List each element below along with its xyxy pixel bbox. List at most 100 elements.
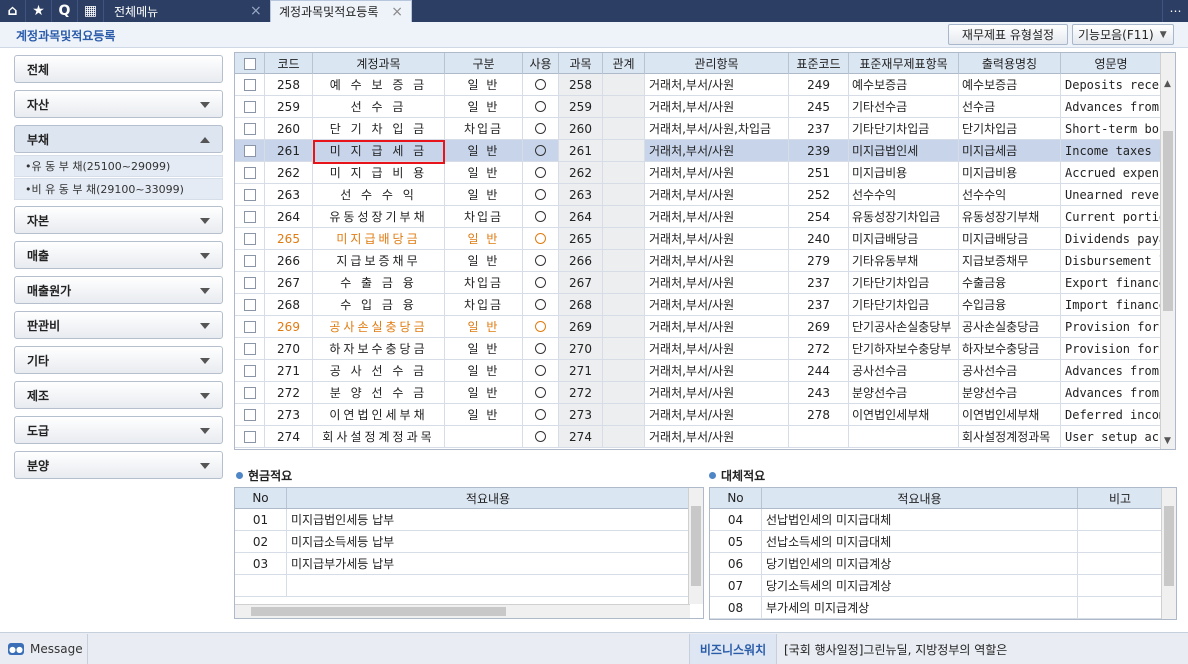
cell-text[interactable]: 당기소득세의 미지급계상 xyxy=(762,575,1078,596)
cell-subj[interactable]: 269 xyxy=(559,316,603,337)
row-checkbox[interactable] xyxy=(243,386,256,399)
cell-eng[interactable]: Provision for c xyxy=(1061,316,1161,337)
used-cell[interactable] xyxy=(523,140,559,161)
cell-text[interactable] xyxy=(287,575,690,596)
message-button[interactable]: ●● Message xyxy=(2,634,88,664)
table-row[interactable]: 261 미 지 급 세 금일 반 261 거래처,부서/사원 239 미지급법인세 미지급세… xyxy=(235,140,1161,162)
col-header[interactable]: 관계 xyxy=(603,53,645,74)
cell-rel[interactable] xyxy=(603,96,645,117)
row-checkbox[interactable] xyxy=(243,408,256,421)
list-item[interactable]: 05 선납소득세의 미지급대체 xyxy=(710,531,1176,553)
cell-mgmt[interactable]: 거래처,부서/사원 xyxy=(645,272,789,293)
cell-type[interactable]: 일 반 xyxy=(445,338,523,359)
cell-stditem[interactable]: 예수보증금 xyxy=(849,74,959,95)
cell-stditem[interactable]: 이연법인세부채 xyxy=(849,404,959,425)
cell-mgmt[interactable]: 거래처,부서/사원 xyxy=(645,140,789,161)
cell-print[interactable]: 회사설정계정과목 xyxy=(959,426,1061,447)
cell-subj[interactable]: 259 xyxy=(559,96,603,117)
cell-std[interactable] xyxy=(789,426,849,447)
cell-mgmt[interactable]: 거래처,부서/사원 xyxy=(645,382,789,403)
cell-print[interactable]: 유동성장기부채 xyxy=(959,206,1061,227)
used-cell[interactable] xyxy=(523,404,559,425)
row-checkbox-cell[interactable] xyxy=(235,96,265,117)
cell-name[interactable]: 미 지 급 비 용 xyxy=(313,162,445,183)
cell-print[interactable]: 분양선수금 xyxy=(959,382,1061,403)
col-header[interactable]: 영문명 xyxy=(1061,53,1161,74)
cell-text[interactable]: 미지급소득세등 납부 xyxy=(287,531,690,552)
cell-print[interactable]: 단기차입금 xyxy=(959,118,1061,139)
row-checkbox-cell[interactable] xyxy=(235,140,265,161)
row-checkbox-cell[interactable] xyxy=(235,118,265,139)
cell-subj[interactable]: 268 xyxy=(559,294,603,315)
row-checkbox-cell[interactable] xyxy=(235,316,265,337)
cell-type[interactable]: 일 반 xyxy=(445,74,523,95)
financial-format-button[interactable]: 재무제표 유형설정 xyxy=(948,24,1068,45)
cell-code[interactable]: 265 xyxy=(265,228,313,249)
row-checkbox-cell[interactable] xyxy=(235,382,265,403)
cell-rel[interactable] xyxy=(603,140,645,161)
cell-code[interactable]: 274 xyxy=(265,426,313,447)
list-item[interactable]: 08 부가세의 미지급계상 xyxy=(710,597,1176,619)
row-checkbox-cell[interactable] xyxy=(235,162,265,183)
used-cell[interactable] xyxy=(523,316,559,337)
select-all-checkbox-cell[interactable] xyxy=(235,53,265,74)
cell-subj[interactable]: 264 xyxy=(559,206,603,227)
cell-code[interactable]: 273 xyxy=(265,404,313,425)
cell-code[interactable]: 266 xyxy=(265,250,313,271)
cell-code[interactable]: 259 xyxy=(265,96,313,117)
cell-note[interactable] xyxy=(1078,531,1163,552)
cell-mgmt[interactable]: 거래처,부서/사원 xyxy=(645,338,789,359)
row-checkbox[interactable] xyxy=(243,78,256,91)
cell-subj[interactable]: 266 xyxy=(559,250,603,271)
more-icon[interactable]: ⋯ xyxy=(1162,0,1188,22)
row-checkbox[interactable] xyxy=(243,320,256,333)
scroll-thumb[interactable] xyxy=(691,506,701,586)
cell-std[interactable]: 245 xyxy=(789,96,849,117)
cell-name[interactable]: 분 양 선 수 금 xyxy=(313,382,445,403)
cell-no[interactable]: 07 xyxy=(710,575,762,596)
category-sga[interactable]: 판관비 xyxy=(14,311,223,339)
cell-type[interactable]: 차입금 xyxy=(445,206,523,227)
cell-code[interactable]: 271 xyxy=(265,360,313,381)
row-checkbox-cell[interactable] xyxy=(235,74,265,95)
cell-no[interactable]: 01 xyxy=(235,509,287,530)
row-checkbox-cell[interactable] xyxy=(235,206,265,227)
cell-name[interactable]: 유동성장기부채 xyxy=(313,206,445,227)
cell-print[interactable]: 미지급비용 xyxy=(959,162,1061,183)
category-contract[interactable]: 도급 xyxy=(14,416,223,444)
cell-stditem[interactable]: 기타단기차입금 xyxy=(849,294,959,315)
cell-print[interactable]: 하자보수충당금 xyxy=(959,338,1061,359)
grid-icon[interactable]: ▦ xyxy=(78,0,104,22)
cell-subj[interactable]: 270 xyxy=(559,338,603,359)
cell-eng[interactable]: Disbursement l xyxy=(1061,250,1161,271)
cell-no[interactable] xyxy=(235,575,287,596)
cell-no[interactable]: 05 xyxy=(710,531,762,552)
subcategory-noncurrent-liabilities[interactable]: •비 유 동 부 채(29100~33099) xyxy=(14,178,223,200)
cell-code[interactable]: 262 xyxy=(265,162,313,183)
cell-print[interactable]: 공사손실충당금 xyxy=(959,316,1061,337)
star-icon[interactable]: ★ xyxy=(26,0,52,22)
cell-eng[interactable]: Deposits received xyxy=(1061,74,1161,95)
cell-eng[interactable]: Advances from c xyxy=(1061,360,1161,381)
table-row[interactable]: 264 유동성장기부채 차입금 264 거래처,부서/사원 254 유동성장기차입금 유동성장… xyxy=(235,206,1161,228)
cell-type[interactable]: 일 반 xyxy=(445,228,523,249)
table-row[interactable]: 265 미지급배당금 일 반 265 거래처,부서/사원 240 미지급배당금 미지급배당금 D… xyxy=(235,228,1161,250)
table-row[interactable]: 262 미 지 급 비 용일 반 262 거래처,부서/사원 251 미지급비용 미지급비용… xyxy=(235,162,1161,184)
all-menu-button[interactable]: 전체메뉴 xyxy=(104,0,244,22)
cell-stditem[interactable]: 기타선수금 xyxy=(849,96,959,117)
cell-no[interactable]: 04 xyxy=(710,509,762,530)
table-row[interactable]: 266 지급보증채무 일 반 266 거래처,부서/사원 279 기타유동부채 지급보증채무 D… xyxy=(235,250,1161,272)
cell-rel[interactable] xyxy=(603,74,645,95)
cell-text[interactable]: 미지급부가세등 납부 xyxy=(287,553,690,574)
cell-stditem[interactable]: 분양선수금 xyxy=(849,382,959,403)
category-assets[interactable]: 자산 xyxy=(14,90,223,118)
cell-mgmt[interactable]: 거래처,부서/사원 xyxy=(645,426,789,447)
cell-mgmt[interactable]: 거래처,부서/사원 xyxy=(645,316,789,337)
cell-print[interactable]: 공사선수금 xyxy=(959,360,1061,381)
cell-name[interactable]: 선 수 수 익 xyxy=(313,184,445,205)
cell-std[interactable]: 240 xyxy=(789,228,849,249)
cell-rel[interactable] xyxy=(603,294,645,315)
table-row[interactable]: 273 이연법인세부채 일 반 273 거래처,부서/사원 278 이연법인세부채 이연법인세… xyxy=(235,404,1161,426)
scroll-thumb[interactable] xyxy=(1164,506,1174,586)
cell-mgmt[interactable]: 거래처,부서/사원 xyxy=(645,96,789,117)
